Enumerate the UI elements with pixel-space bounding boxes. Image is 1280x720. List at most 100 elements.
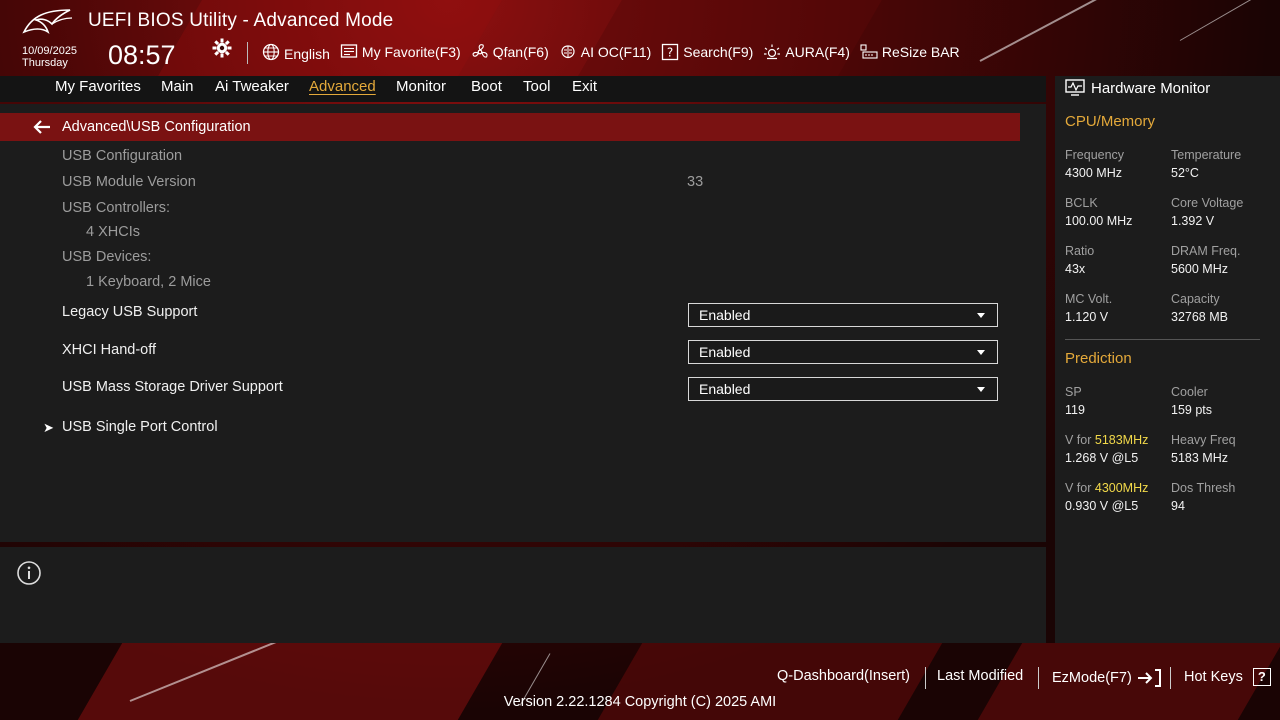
- monitor-icon: [1065, 79, 1085, 96]
- q-dashboard-button[interactable]: Q-Dashboard(Insert): [777, 668, 910, 684]
- chevron-down-icon: [977, 350, 985, 355]
- search-button[interactable]: ? Search(F9): [661, 40, 753, 64]
- hardware-monitor-title: Hardware Monitor: [1091, 79, 1211, 97]
- version-text: Version 2.22.1284 Copyright (C) 2025 AMI: [503, 694, 777, 710]
- hw-ratio-value: 43x: [1065, 262, 1086, 276]
- usb-mass-storage-label: USB Mass Storage Driver Support: [62, 379, 283, 395]
- footer-divider: [1038, 667, 1039, 689]
- xhci-hand-off-select[interactable]: Enabled: [688, 340, 998, 364]
- hw-dram-freq-value: 5600 MHz: [1171, 262, 1228, 276]
- usb-mass-storage-select[interactable]: Enabled: [688, 377, 998, 401]
- pred-dos-thresh-value: 94: [1171, 499, 1185, 513]
- hw-core-voltage-label: Core Voltage: [1171, 196, 1244, 210]
- pred-v-low-prefix: V for: [1065, 481, 1095, 495]
- svg-text:?: ?: [667, 46, 673, 60]
- pred-sp-label: SP: [1065, 385, 1082, 399]
- last-modified-button[interactable]: Last Modified: [937, 668, 1023, 684]
- tab-advanced[interactable]: Advanced: [309, 78, 376, 95]
- hw-temperature: Temperature 52°C: [1171, 146, 1241, 182]
- language-button[interactable]: English: [262, 40, 330, 64]
- tab-ai-tweaker[interactable]: Ai Tweaker: [215, 78, 289, 95]
- header-divider: [247, 42, 248, 64]
- usb-module-version-label: USB Module Version: [62, 174, 196, 190]
- breadcrumb: Advanced\USB Configuration: [0, 113, 1020, 141]
- hw-frequency-value: 4300 MHz: [1065, 166, 1122, 180]
- pred-v-low-label: V for 4300MHz: [1065, 479, 1148, 497]
- hw-divider: [1065, 339, 1260, 340]
- legacy-usb-support-label: Legacy USB Support: [62, 304, 198, 320]
- pred-heavy-freq-value: 5183 MHz: [1171, 451, 1228, 465]
- pred-dos-thresh: Dos Thresh 94: [1171, 479, 1235, 515]
- ai-oc-button[interactable]: AI OC(F11): [559, 40, 652, 64]
- pred-v-high-label: V for 5183MHz: [1065, 431, 1148, 449]
- tab-exit[interactable]: Exit: [572, 78, 597, 95]
- back-arrow-icon[interactable]: [32, 117, 52, 137]
- hw-capacity-label: Capacity: [1171, 292, 1220, 306]
- clock[interactable]: 08:57: [108, 40, 176, 71]
- qfan-button[interactable]: Qfan(F6): [471, 40, 549, 64]
- tab-monitor[interactable]: Monitor: [396, 78, 446, 95]
- pred-cooler: Cooler 159 pts: [1171, 383, 1212, 419]
- help-panel: [0, 547, 1046, 643]
- pred-sp-value: 119: [1065, 403, 1085, 417]
- rog-logo-icon: [22, 9, 73, 34]
- search-help-icon: ?: [662, 43, 679, 61]
- app-title: UEFI BIOS Utility - Advanced Mode: [88, 10, 394, 31]
- hot-keys-label: Hot Keys: [1184, 669, 1243, 685]
- pred-v-high-value: 1.268 V @L5: [1065, 451, 1139, 465]
- settings-panel: Advanced\USB Configuration USB Configura…: [0, 104, 1046, 542]
- header: UEFI BIOS Utility - Advanced Mode 10/09/…: [0, 0, 1280, 76]
- search-label: Search(F9): [683, 44, 754, 60]
- hw-mc-volt: MC Volt. 1.120 V: [1065, 290, 1112, 326]
- hw-mc-volt-value: 1.120 V: [1065, 310, 1109, 324]
- pred-v-high: V for 5183MHz 1.268 V @L5: [1065, 431, 1148, 467]
- tab-my-favorites[interactable]: My Favorites: [55, 78, 141, 95]
- prediction-title: Prediction: [1065, 350, 1132, 367]
- toolbar: English My Favorite(F3) Qfan(F6) AI OC(F…: [262, 40, 960, 64]
- pred-v-low-value: 0.930 V @L5: [1065, 499, 1139, 513]
- breadcrumb-path: Advanced\USB Configuration: [62, 119, 251, 135]
- hw-dram-freq-label: DRAM Freq.: [1171, 244, 1241, 258]
- info-icon: [17, 561, 41, 585]
- ezmode-button[interactable]: EzMode(F7): [1052, 668, 1162, 688]
- pred-sp: SP 119: [1065, 383, 1085, 419]
- hw-temperature-label: Temperature: [1171, 148, 1242, 162]
- gear-icon[interactable]: [212, 38, 232, 58]
- ai-chip-icon: [561, 45, 575, 59]
- exit-to-ezmode-icon: [1137, 669, 1161, 687]
- pred-dos-thresh-label: Dos Thresh: [1171, 481, 1236, 495]
- hw-bclk-label: BCLK: [1065, 196, 1098, 210]
- fan-icon: [472, 44, 488, 58]
- tab-boot[interactable]: Boot: [471, 78, 502, 95]
- usb-devices-label: USB Devices:: [62, 249, 152, 265]
- pred-cooler-label: Cooler: [1171, 385, 1208, 399]
- resize-bar-label: ReSize BAR: [881, 44, 960, 60]
- usb-single-port-control-label: USB Single Port Control: [62, 419, 218, 435]
- tab-main[interactable]: Main: [161, 78, 194, 95]
- xhci-hand-off-value: Enabled: [699, 344, 751, 360]
- hot-keys-button[interactable]: Hot Keys ?: [1184, 668, 1271, 686]
- legacy-usb-support-select[interactable]: Enabled: [688, 303, 998, 327]
- my-favorite-button[interactable]: My Favorite(F3): [340, 40, 461, 64]
- hw-capacity-value: 32768 MB: [1171, 310, 1228, 324]
- cpu-memory-title: CPU/Memory: [1065, 113, 1156, 130]
- hw-frequency-label: Frequency: [1065, 148, 1125, 162]
- favorite-icon: [340, 44, 358, 58]
- chevron-down-icon: [977, 387, 985, 392]
- tab-tool[interactable]: Tool: [523, 78, 551, 95]
- pred-v-low: V for 4300MHz 0.930 V @L5: [1065, 479, 1148, 515]
- hw-ratio: Ratio 43x: [1065, 242, 1094, 278]
- language-label: English: [284, 45, 330, 62]
- aura-button[interactable]: AURA(F4): [763, 40, 850, 64]
- hw-ratio-label: Ratio: [1065, 244, 1095, 258]
- hw-mc-volt-label: MC Volt.: [1065, 292, 1113, 306]
- hw-temperature-value: 52°C: [1171, 166, 1199, 180]
- globe-icon: [262, 43, 280, 61]
- ai-oc-label: AI OC(F11): [580, 44, 652, 60]
- resize-bar-button[interactable]: ReSize BAR: [860, 40, 960, 64]
- usb-controllers-value: 4 XHCIs: [86, 224, 140, 240]
- aura-light-icon: [764, 44, 781, 60]
- submenu-arrow-icon: ➤: [43, 420, 54, 435]
- pred-heavy-freq: Heavy Freq 5183 MHz: [1171, 431, 1236, 467]
- resize-bar-icon: [860, 44, 878, 59]
